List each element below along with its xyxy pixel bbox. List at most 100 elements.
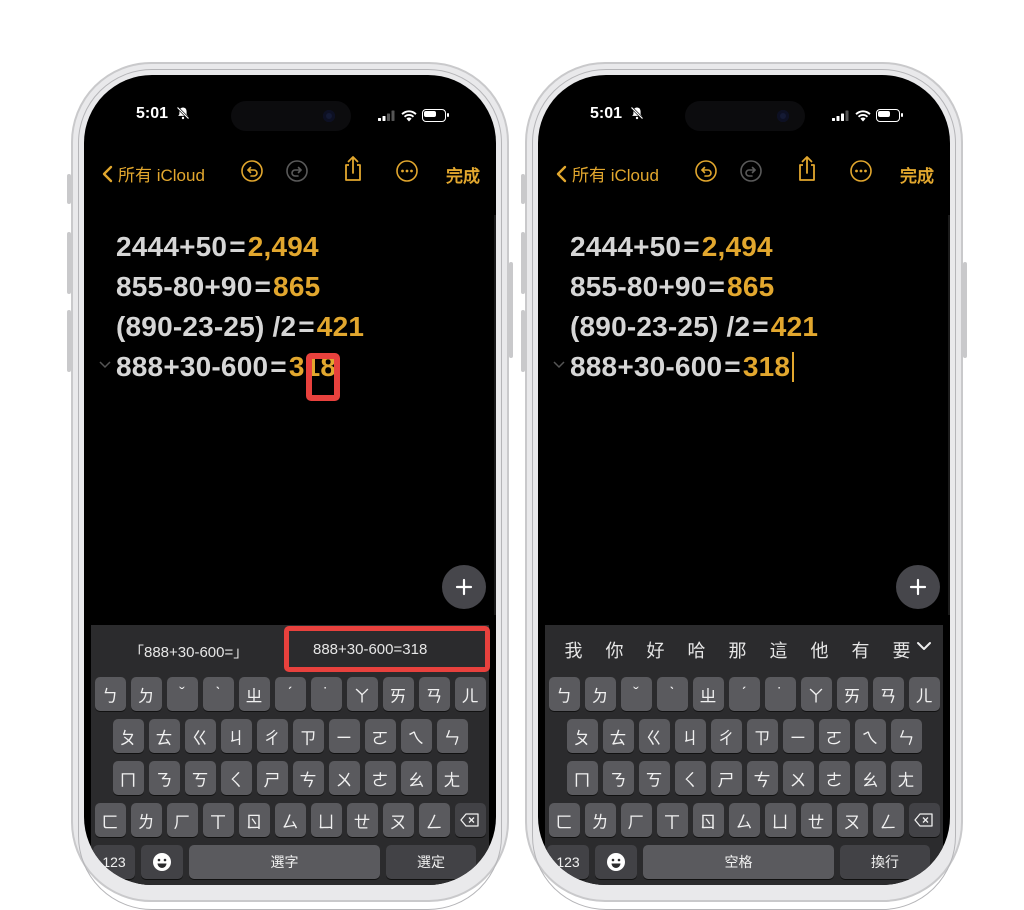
key[interactable]: ㄘ (746, 761, 778, 795)
key[interactable]: ㄕ (710, 761, 742, 795)
key[interactable]: ㄧ (328, 719, 360, 753)
key[interactable]: ㄞ (836, 677, 868, 711)
math-result[interactable]: 318 (743, 351, 790, 382)
note-body[interactable]: 2444+50=2,494 855-80+90=865 (890-23-25) … (553, 227, 818, 387)
key[interactable]: ㄆ (112, 719, 144, 753)
key[interactable]: ㄙ (274, 803, 306, 837)
key[interactable]: ㄩ (310, 803, 342, 837)
return-key[interactable]: 選定 (386, 845, 476, 879)
key[interactable]: ㄎ (184, 761, 216, 795)
candidate-char[interactable]: 有 (840, 637, 881, 663)
key[interactable]: ㄠ (854, 761, 886, 795)
delete-key[interactable] (454, 803, 486, 837)
share-icon[interactable] (794, 155, 820, 183)
key[interactable]: ㄡ (382, 803, 414, 837)
math-result[interactable]: 421 (771, 311, 818, 342)
key[interactable]: ㄝ (346, 803, 378, 837)
key[interactable]: ㄎ (638, 761, 670, 795)
add-button[interactable] (442, 565, 486, 609)
numbers-key[interactable]: 123 (547, 845, 589, 879)
key[interactable]: ㄛ (364, 719, 396, 753)
candidate-char[interactable]: 他 (799, 637, 840, 663)
key[interactable]: ㄧ (782, 719, 814, 753)
key[interactable]: ㄖ (238, 803, 270, 837)
key[interactable]: ㄟ (854, 719, 886, 753)
space-key[interactable]: 空格 (643, 845, 834, 879)
math-result[interactable]: 865 (727, 271, 774, 302)
candidate-char[interactable]: 你 (594, 637, 635, 663)
key[interactable]: ㄊ (148, 719, 180, 753)
key[interactable]: ㄓ (238, 677, 270, 711)
key[interactable]: ㄣ (890, 719, 922, 753)
key[interactable]: ㄉ (584, 677, 616, 711)
key[interactable]: ㄏ (166, 803, 198, 837)
key[interactable]: ㄍ (638, 719, 670, 753)
emoji-key[interactable] (595, 845, 637, 879)
chevron-down-icon[interactable] (98, 357, 112, 371)
key[interactable]: ㄑ (674, 761, 706, 795)
return-key[interactable]: 換行 (840, 845, 930, 879)
key[interactable]: ㄋ (148, 761, 180, 795)
key[interactable]: ˇ (620, 677, 652, 711)
key[interactable]: ㄩ (764, 803, 796, 837)
space-key[interactable]: 選字 (189, 845, 380, 879)
candidate-char[interactable]: 好 (635, 637, 676, 663)
key[interactable]: ㄢ (872, 677, 904, 711)
key[interactable]: ㄦ (908, 677, 940, 711)
math-result[interactable]: 2,494 (248, 231, 319, 262)
candidate-item[interactable]: 「888+30-600=」 (129, 641, 248, 662)
back-button[interactable]: 所有 iCloud (552, 161, 659, 186)
key[interactable]: ㄥ (872, 803, 904, 837)
candidate-char[interactable]: 那 (717, 637, 758, 663)
redo-icon[interactable] (739, 159, 763, 183)
key[interactable]: ˙ (310, 677, 342, 711)
done-button[interactable]: 完成 (446, 162, 480, 187)
key[interactable]: ㄍ (184, 719, 216, 753)
back-button[interactable]: 所有 iCloud (98, 161, 205, 186)
key[interactable]: ㄛ (818, 719, 850, 753)
add-button[interactable] (896, 565, 940, 609)
more-icon[interactable] (849, 159, 873, 183)
key[interactable]: ㄈ (94, 803, 126, 837)
math-line[interactable]: (890-23-25) /2=421 (116, 307, 364, 347)
share-icon[interactable] (340, 155, 366, 183)
key[interactable]: ㄡ (836, 803, 868, 837)
key[interactable]: ㄚ (346, 677, 378, 711)
key[interactable]: ㄇ (566, 761, 598, 795)
key[interactable]: ㄦ (454, 677, 486, 711)
math-result[interactable]: 421 (317, 311, 364, 342)
key[interactable]: ㄋ (602, 761, 634, 795)
key[interactable]: ㄣ (436, 719, 468, 753)
key[interactable]: ㄒ (656, 803, 688, 837)
candidate-char[interactable]: 我 (553, 637, 594, 663)
math-line[interactable]: 855-80+90=865 (116, 267, 364, 307)
key[interactable]: ㄞ (382, 677, 414, 711)
numbers-key[interactable]: 123 (93, 845, 135, 879)
key[interactable]: ˋ (656, 677, 688, 711)
math-result[interactable]: 2,494 (702, 231, 773, 262)
key[interactable]: ㄏ (620, 803, 652, 837)
key[interactable]: ㄢ (418, 677, 450, 711)
key[interactable]: ㄅ (548, 677, 580, 711)
key[interactable]: ㄗ (292, 719, 324, 753)
more-icon[interactable] (395, 159, 419, 183)
key[interactable]: ㄌ (584, 803, 616, 837)
key[interactable]: ㄨ (328, 761, 360, 795)
key[interactable]: ㄇ (112, 761, 144, 795)
candidate-item[interactable]: 888+30-600=318 (313, 641, 427, 658)
key[interactable]: ˇ (166, 677, 198, 711)
key[interactable]: ㄊ (602, 719, 634, 753)
key[interactable]: ㄌ (130, 803, 162, 837)
key[interactable]: ㄆ (566, 719, 598, 753)
candidate-char[interactable]: 哈 (676, 637, 717, 663)
key[interactable]: ㄑ (220, 761, 252, 795)
undo-icon[interactable] (240, 159, 264, 183)
key[interactable]: ㄤ (436, 761, 468, 795)
key[interactable]: ㄨ (782, 761, 814, 795)
key[interactable]: ㄈ (548, 803, 580, 837)
key[interactable]: ㄗ (746, 719, 778, 753)
math-line[interactable]: 855-80+90=865 (570, 267, 818, 307)
key[interactable]: ㄜ (364, 761, 396, 795)
key[interactable]: ˊ (274, 677, 306, 711)
key[interactable]: ㄥ (418, 803, 450, 837)
